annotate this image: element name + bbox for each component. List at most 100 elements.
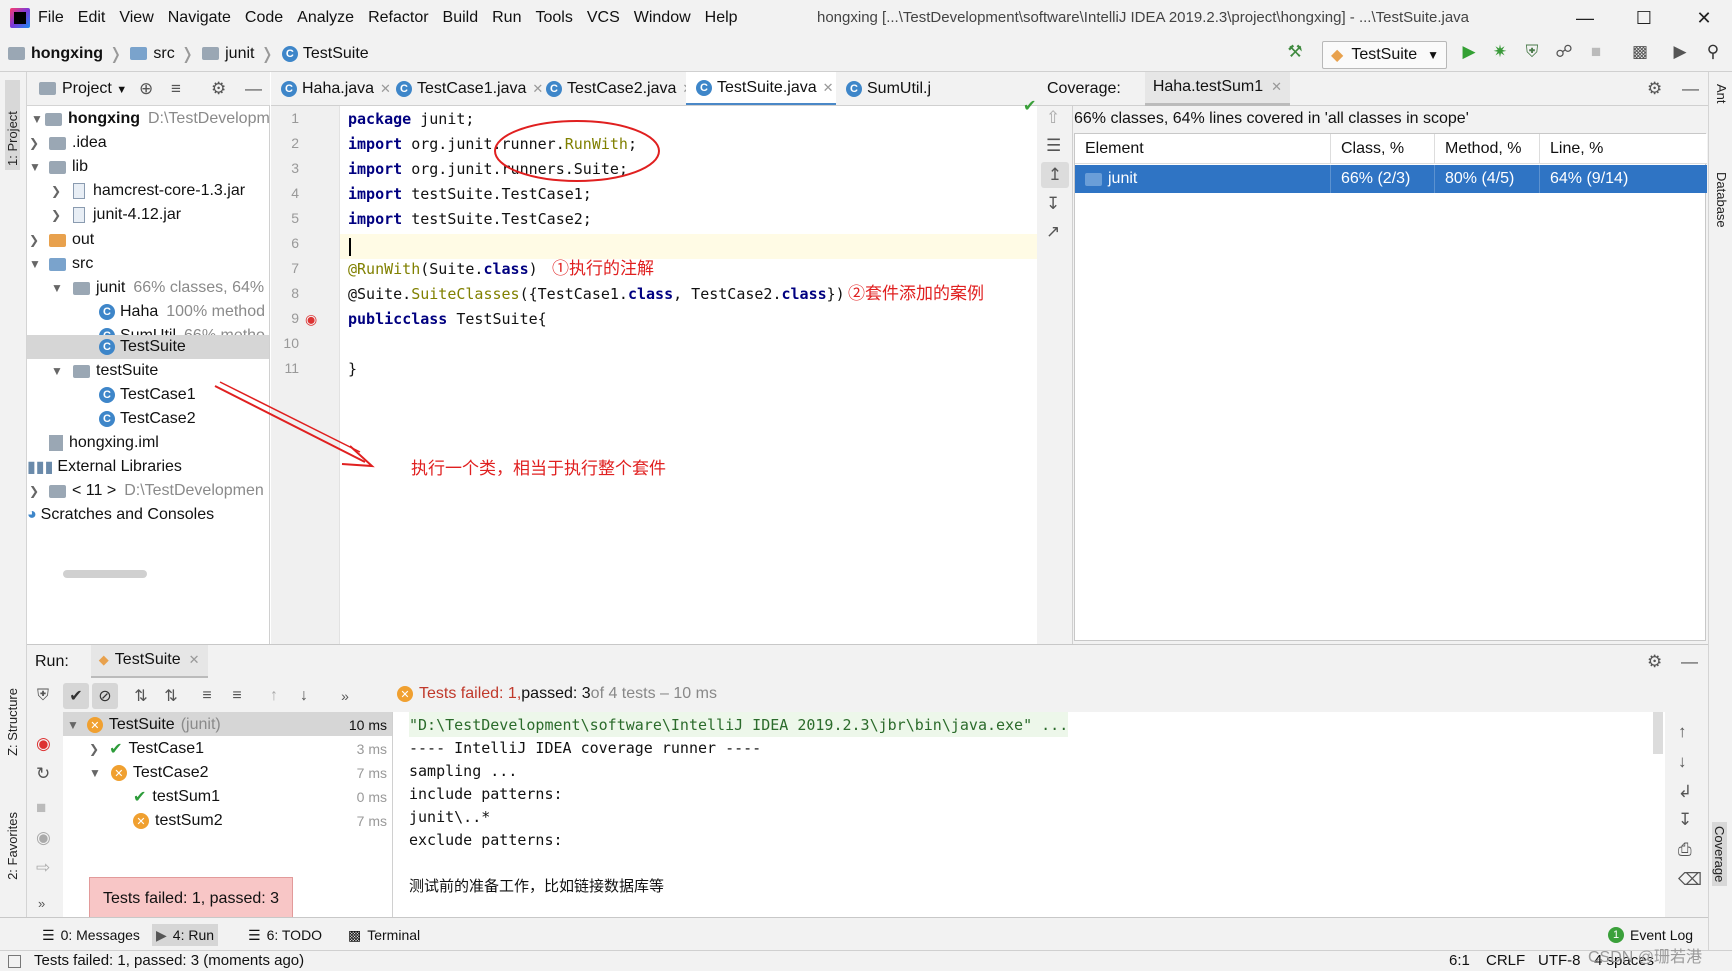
clear-all-icon[interactable]: ⌫ [1678,870,1702,890]
console-scrollbar[interactable] [1653,712,1663,754]
stop-icon[interactable]: ■ [36,798,46,818]
menu-build[interactable]: Build [443,9,479,27]
locate-icon[interactable]: ⊕ [139,79,153,99]
test-node-testsuite[interactable]: ▼ ✕ TestSuite (junit) 10 ms [67,712,392,738]
menu-analyze[interactable]: Analyze [297,9,354,27]
menu-refactor[interactable]: Refactor [368,9,428,27]
todo-tool-tab[interactable]: ☰ 6: TODO [244,924,326,946]
next-failed-icon[interactable]: ↓ [291,683,317,709]
test-result-balloon[interactable]: Tests failed: 1, passed: 3 [89,877,293,921]
tab-sumutil-java[interactable]: C SumUtil.j [836,72,946,105]
test-node-testcase2[interactable]: ▼ ✕ TestCase2 7 ms [89,760,392,786]
close-tab-icon[interactable]: ✕ [189,652,200,668]
import-tests-icon[interactable]: ⇨ [36,858,50,878]
vcs-icon[interactable]: ▶ [1669,41,1691,63]
menu-tools[interactable]: Tools [535,9,572,27]
column-header-method[interactable]: Method, % [1435,134,1540,164]
tree-node-hamcrest-jar[interactable]: ❯ hamcrest-core-1.3.jar [51,178,245,204]
more-actions-icon[interactable]: » [38,896,45,911]
run-with-coverage-icon[interactable]: ⛨ [1521,41,1543,63]
terminal-tool-tab[interactable]: ▩ Terminal [344,924,424,946]
tab-haha-java[interactable]: C Haha.java ✕ [271,72,391,105]
previous-failed-icon[interactable]: ↑ [261,683,287,709]
tree-node-testcase1[interactable]: C TestCase1 [99,382,196,408]
tree-node-junit-jar[interactable]: ❯ junit-4.12.jar [51,202,181,228]
status-message[interactable]: Tests failed: 1, passed: 3 (moments ago) [34,952,304,969]
database-tool-tab[interactable]: Database [1714,172,1729,228]
export-report-icon[interactable]: ↗ [1046,222,1060,242]
go-up-icon[interactable]: ⇧ [1046,108,1060,128]
rerun-failed-icon[interactable]: ◉ [36,734,51,754]
tree-node-src[interactable]: ▼ src [29,251,93,277]
menu-view[interactable]: View [119,9,153,27]
column-header-class[interactable]: Class, % [1331,134,1435,164]
horizontal-scrollbar[interactable] [63,570,147,578]
caret-position[interactable]: 6:1 [1449,952,1470,969]
toggle-tool-windows-icon[interactable] [8,955,21,968]
project-view-select[interactable]: Project ▼ [62,80,127,98]
table-cell-class-pct[interactable]: 66% (2/3) [1331,165,1435,193]
close-icon[interactable]: ✕ [1684,4,1724,32]
tree-node-testsuite-package[interactable]: ▼ testSuite [51,358,158,384]
gear-icon[interactable]: ⚙ [1647,652,1662,672]
hide-panel-icon[interactable]: — [1681,652,1698,672]
tree-node-scratches[interactable]: ◕ Scratches and Consoles [27,502,214,528]
test-node-testsum2[interactable]: ✕ testSum2 7 ms [133,808,392,834]
close-tab-icon[interactable]: ✕ [823,80,834,96]
run-tool-tab[interactable]: ▶ 4: Run [152,924,219,946]
column-header-element[interactable]: Element [1075,134,1331,164]
breadcrumb-src[interactable]: src ❭ [130,44,194,64]
tree-node-junit-package[interactable]: ▼ junit 66% classes, 64% l [51,275,269,301]
hide-panel-icon[interactable]: — [1682,79,1699,99]
tree-node-external-libraries[interactable]: ▮▮▮ External Libraries [27,454,182,480]
collapse-all-icon[interactable]: ≡ [224,683,250,709]
flatten-packages-icon[interactable]: ☰ [1046,136,1061,156]
tree-node-hongxing[interactable]: ▼hongxingD:\TestDevelopmen [31,106,269,132]
table-row-junit-element[interactable]: junit [1075,165,1331,193]
table-cell-method-pct[interactable]: 80% (4/5) [1435,165,1540,193]
messages-tool-tab[interactable]: ☰ 0: Messages [38,924,144,946]
scroll-up-icon[interactable]: ↑ [1678,722,1687,742]
breadcrumb-testsuite[interactable]: C TestSuite [281,45,369,63]
tree-node-haha[interactable]: C Haha 100% method [99,299,265,325]
run-configuration-select[interactable]: ◆ TestSuite ▼ [1322,41,1447,69]
soft-wrap-icon[interactable]: ↲ [1678,782,1692,802]
scroll-to-end-icon[interactable]: ↧ [1678,810,1692,830]
profile-icon[interactable]: ☍ [1553,41,1575,63]
project-structure-icon[interactable]: ▩ [1629,41,1651,63]
tree-node-testcase2[interactable]: C TestCase2 [99,406,196,432]
expand-all-icon[interactable]: ≡ [194,683,220,709]
project-tool-tab[interactable]: 1: Project [5,80,20,170]
tree-node-idea[interactable]: ❯ .idea [29,130,107,156]
close-tab-icon[interactable]: ✕ [1271,79,1282,95]
menu-file[interactable]: File [38,9,64,27]
tree-node-lib[interactable]: ▼ lib [29,154,88,180]
menu-help[interactable]: Help [705,9,738,27]
tree-node-out[interactable]: ❯ out [29,227,94,253]
favorites-tool-tab[interactable]: 2: Favorites [5,812,20,880]
scroll-down-icon[interactable]: ↓ [1678,752,1687,772]
tree-node-testsuite[interactable]: C TestSuite [99,334,186,360]
tab-testcase2-java[interactable]: CTestCase2.java✕ [536,72,693,105]
menu-window[interactable]: Window [634,9,691,27]
search-icon[interactable]: ⚲ [1702,41,1724,63]
run-icon[interactable]: ▶ [1458,41,1480,63]
tab-testcase1-java[interactable]: C TestCase1.java ✕ [386,72,543,105]
code-editor[interactable]: 1 2 3 4 5 6 7 8 9 10 11 ◉ ✔ package juni… [271,98,1037,644]
coverage-suite-tab[interactable]: Haha.testSum1 ✕ [1144,71,1291,106]
toggle-autotest-icon[interactable]: ↻ [36,764,50,784]
menu-navigate[interactable]: Navigate [168,9,231,27]
menu-vcs[interactable]: VCS [587,9,620,27]
gear-icon[interactable]: ⚙ [1647,79,1662,99]
debug-icon[interactable]: ✷ [1489,41,1511,63]
sort-alphabetically-icon[interactable]: ⇅ [128,683,154,709]
minimize-icon[interactable]: — [1565,4,1605,32]
menu-run[interactable]: Run [492,9,521,27]
build-hammer-icon[interactable]: ⚒ [1284,41,1306,63]
breadcrumb-junit[interactable]: junit ❭ [202,44,274,64]
coverage-tool-tab[interactable]: Coverage [1712,822,1727,887]
test-node-testsum1[interactable]: ✔ testSum1 0 ms [133,784,392,810]
show-passed-icon[interactable]: ✔ [63,683,89,709]
gear-icon[interactable]: ⚙ [211,79,226,99]
line-separator[interactable]: CRLF [1486,952,1525,969]
